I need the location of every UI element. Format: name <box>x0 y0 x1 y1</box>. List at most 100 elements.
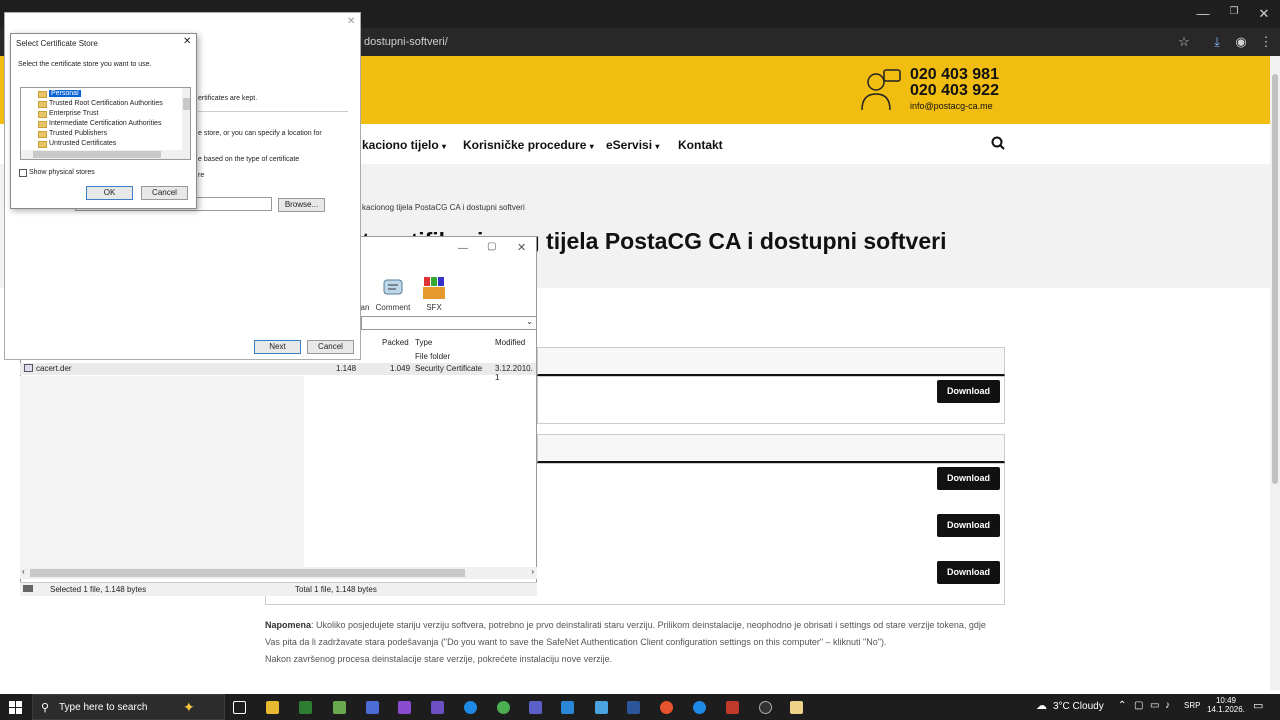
page-scrollbar[interactable] <box>1270 56 1280 690</box>
file-explorer-icon[interactable] <box>266 701 279 714</box>
cancel-button[interactable]: Cancel <box>307 340 354 354</box>
restore-button[interactable]: ❐ <box>1225 6 1243 17</box>
ok-button[interactable]: OK <box>86 186 133 200</box>
language-indicator[interactable]: SRP <box>1184 701 1200 710</box>
close-button[interactable]: ✕ <box>347 16 355 27</box>
drive-icon <box>23 585 33 592</box>
taskbar-search-box[interactable]: ⚲ Type here to search ✦ <box>32 694 225 720</box>
phone-numbers: 020 403 981 020 403 922 <box>910 67 999 99</box>
store-untrusted[interactable]: Untrusted Certificates <box>49 140 116 147</box>
winrar-icon[interactable] <box>726 701 739 714</box>
app-icon[interactable] <box>660 701 673 714</box>
path-dropdown[interactable]: ⌄ <box>361 316 537 330</box>
next-button[interactable]: Next <box>254 340 301 354</box>
search-icon[interactable] <box>991 136 1005 150</box>
nav-item-kontakt[interactable]: Kontakt <box>678 138 723 152</box>
copilot-sparkle-icon: ✦ <box>183 699 195 715</box>
close-button[interactable]: ✕ <box>1255 6 1273 22</box>
column-type[interactable]: Type <box>415 338 432 347</box>
notepadpp-icon[interactable] <box>333 701 346 714</box>
column-modified[interactable]: Modified <box>495 338 525 347</box>
download-section <box>537 376 1005 424</box>
visual-studio-icon[interactable] <box>431 701 444 714</box>
chevron-down-icon: ▾ <box>589 142 594 151</box>
file-modified: 3.12.2010. 1 <box>495 364 533 382</box>
notification-icon[interactable]: ▭ <box>1253 699 1263 712</box>
certificate-wizard-icon[interactable] <box>759 701 772 714</box>
weather-text[interactable]: 3°C Cloudy <box>1053 701 1104 712</box>
column-packed[interactable]: Packed <box>382 338 409 347</box>
email-link[interactable]: info@postacg-ca.me <box>910 101 993 111</box>
scroll-left-icon: ‹ <box>22 567 25 576</box>
tray-expand-icon[interactable]: ⌃ <box>1118 700 1126 711</box>
maximize-button[interactable]: ▢ <box>487 241 496 252</box>
close-button[interactable]: ✕ <box>183 36 191 47</box>
support-agent-icon <box>861 69 901 111</box>
volume-icon[interactable]: ♪ <box>1165 700 1170 711</box>
horizontal-scrollbar[interactable] <box>21 150 190 159</box>
toolbar-sfx-button[interactable]: SFX <box>421 275 447 312</box>
browse-button[interactable]: Browse... <box>278 198 325 212</box>
wizard-text: e based on the type of certificate <box>198 156 300 163</box>
divider <box>198 111 348 112</box>
minimize-button[interactable]: — <box>458 243 468 254</box>
download-button[interactable]: Download <box>937 380 1000 403</box>
cancel-button[interactable]: Cancel <box>141 186 188 200</box>
chevron-down-icon: ▾ <box>655 142 660 151</box>
visual-studio-icon[interactable] <box>398 701 411 714</box>
store-trusted-publishers[interactable]: Trusted Publishers <box>49 130 107 137</box>
nav-item-cert-body[interactable]: kaciono tijelo ▾ <box>362 138 446 152</box>
chevron-down-icon: ⌄ <box>526 317 533 326</box>
vertical-scrollbar[interactable] <box>182 88 190 150</box>
table-row[interactable]: cacert.der 1.148 1.049 Security Certific… <box>20 363 536 382</box>
tray-icon[interactable]: ▢ <box>1134 700 1143 711</box>
close-button[interactable]: ✕ <box>517 241 526 254</box>
bookmark-star-icon[interactable]: ☆ <box>1175 34 1193 50</box>
windows-start-icon[interactable] <box>9 701 22 714</box>
profile-icon[interactable]: ◉ <box>1232 34 1250 50</box>
download-button[interactable]: Download <box>937 514 1000 537</box>
store-trusted-root[interactable]: Trusted Root Certification Authorities <box>49 100 163 107</box>
app-icon[interactable] <box>561 701 574 714</box>
edge-icon[interactable] <box>464 701 477 714</box>
select-certificate-store-dialog: Select Certificate Store ✕ Select the ce… <box>10 33 197 209</box>
url-text[interactable]: dostupni-softveri/ <box>364 36 448 48</box>
nav-item-eservisi[interactable]: eServisi ▾ <box>606 138 659 152</box>
download-icon[interactable]: ⤓ <box>1208 34 1226 50</box>
horizontal-scrollbar[interactable]: ‹ › <box>20 567 537 579</box>
weather-icon[interactable]: ☁ <box>1036 699 1047 712</box>
scroll-right-icon: › <box>531 567 534 576</box>
app-icon[interactable] <box>693 701 706 714</box>
status-total: Total 1 file, 1.148 bytes <box>295 585 377 594</box>
download-button[interactable]: Download <box>937 561 1000 584</box>
network-icon[interactable]: ▭ <box>1150 700 1159 711</box>
task-view-icon[interactable] <box>233 701 246 714</box>
teams-icon[interactable] <box>529 701 542 714</box>
app-icon[interactable] <box>595 701 608 714</box>
chevron-down-icon: ▾ <box>442 142 447 151</box>
minimize-button[interactable]: — <box>1194 6 1212 21</box>
chrome-icon[interactable] <box>497 701 510 714</box>
store-enterprise-trust[interactable]: Enterprise Trust <box>49 110 98 117</box>
phone-1[interactable]: 020 403 981 <box>910 67 999 83</box>
app-icon[interactable] <box>366 701 379 714</box>
folder-icon <box>38 131 47 138</box>
store-intermediate[interactable]: Intermediate Certification Authorities <box>49 120 161 127</box>
toolbar-comment-button[interactable]: Comment <box>375 277 411 312</box>
clock[interactable]: 10:49 14.1.2026. <box>1206 696 1246 714</box>
word-icon[interactable] <box>627 701 640 714</box>
phone-2[interactable]: 020 403 922 <box>910 83 999 99</box>
store-personal[interactable]: Personal <box>49 90 81 97</box>
download-button[interactable]: Download <box>937 467 1000 490</box>
search-placeholder: Type here to search <box>59 702 148 713</box>
kebab-menu-icon[interactable]: ⋮ <box>1257 34 1275 50</box>
wizard-text: re <box>198 172 205 179</box>
wizard-text: e store, or you can specify a location f… <box>198 130 322 137</box>
app-icon[interactable] <box>299 701 312 714</box>
app-icon[interactable] <box>790 701 803 714</box>
nav-item-procedures[interactable]: Korisničke procedure ▾ <box>463 138 594 152</box>
download-section-header <box>537 434 1005 463</box>
show-physical-checkbox[interactable] <box>19 169 27 177</box>
folder-tree-pane[interactable] <box>20 376 304 567</box>
store-tree[interactable]: Personal Trusted Root Certification Auth… <box>20 87 191 160</box>
